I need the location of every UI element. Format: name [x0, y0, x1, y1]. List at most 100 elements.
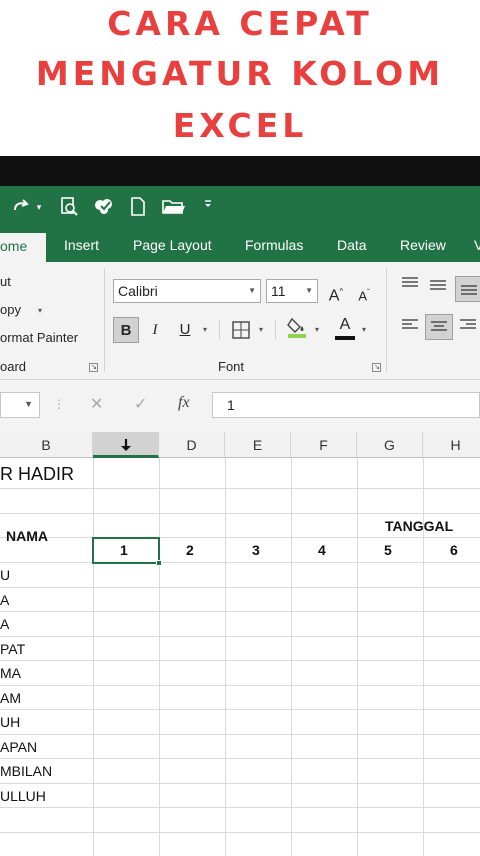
column-header-f[interactable]: F [291, 432, 357, 458]
decrease-font-size-icon[interactable]: Aˇ [354, 280, 374, 306]
spell-check-icon[interactable] [92, 196, 116, 218]
font-size-dropdown-icon: ▼ [305, 286, 313, 295]
formula-bar: ▼ ⋮ ✕ ✓ fx 1 [0, 380, 480, 432]
day-cell[interactable]: 4 [318, 542, 326, 558]
column-select-arrow-icon [120, 439, 131, 451]
window-top-bar [0, 156, 480, 186]
tab-view-partial[interactable]: V [474, 230, 480, 262]
column-header-d[interactable]: D [159, 432, 225, 458]
gridline [0, 488, 480, 489]
gridline [0, 758, 480, 759]
worksheet: B D E F G H R HADIR NAMA TANGGAL 1 2 3 4… [0, 432, 480, 856]
day-cell[interactable]: 6 [450, 542, 458, 558]
format-painter-button[interactable]: ormat Painter [0, 330, 78, 345]
name-cell[interactable]: A [0, 592, 9, 608]
increase-font-size-icon[interactable]: A^ [326, 279, 346, 305]
confirm-entry-icon[interactable]: ✓ [134, 394, 147, 414]
align-left-icon[interactable] [398, 316, 422, 342]
copy-button[interactable]: opy [0, 302, 21, 317]
tab-page-layout[interactable]: Page Layout [133, 230, 212, 262]
name-box[interactable]: ▼ [0, 392, 40, 418]
font-name-select[interactable]: Calibri ▼ [113, 279, 261, 303]
tab-review[interactable]: Review [400, 230, 446, 262]
ribbon-separator [219, 320, 220, 340]
title-line-1: CARA CEPAT [107, 4, 373, 43]
formula-bar-grip-icon: ⋮ [53, 397, 65, 411]
fill-color-dropdown-icon[interactable]: ▾ [315, 325, 319, 334]
day-cell[interactable]: 3 [252, 542, 260, 558]
middle-align-icon[interactable] [426, 276, 450, 302]
active-cell-selection[interactable] [92, 537, 162, 566]
open-folder-icon[interactable] [160, 196, 188, 218]
new-file-icon[interactable] [128, 196, 148, 218]
gridline [0, 587, 480, 588]
column-header-b[interactable]: B [0, 432, 93, 458]
nama-header-cell[interactable]: NAMA [6, 528, 48, 544]
align-right-icon[interactable] [456, 316, 480, 342]
font-launcher-icon[interactable]: ↘ [372, 363, 381, 372]
copy-dropdown-icon[interactable]: ▾ [38, 306, 42, 315]
title-line-3: EXCEL [172, 106, 308, 145]
customize-qat-icon[interactable] [200, 196, 216, 218]
name-cell[interactable]: ULLUH [0, 788, 46, 804]
title-line-2: MENGATUR KOLOM [35, 54, 445, 93]
column-header-h[interactable]: H [423, 432, 480, 458]
video-title: CARA CEPAT MENGATUR KOLOM EXCEL [0, 0, 480, 156]
fill-color-icon[interactable] [284, 315, 310, 341]
formula-input[interactable]: 1 [212, 392, 480, 418]
tab-home[interactable]: ome [0, 233, 46, 262]
bottom-align-icon[interactable] [455, 276, 480, 302]
insert-function-icon[interactable]: fx [178, 394, 190, 412]
redo-icon[interactable] [10, 196, 32, 218]
gridline [0, 660, 480, 661]
name-cell[interactable]: U [0, 567, 10, 583]
tab-data[interactable]: Data [337, 230, 367, 262]
underline-button[interactable]: U [174, 317, 196, 343]
underline-dropdown-icon[interactable]: ▾ [203, 325, 207, 334]
redo-dropdown-icon[interactable]: ▾ [34, 196, 44, 218]
name-cell[interactable]: A [0, 616, 9, 632]
fill-handle[interactable] [156, 560, 162, 566]
day-cell[interactable]: 5 [384, 542, 392, 558]
name-cell[interactable]: AM [0, 690, 21, 706]
borders-icon[interactable] [229, 317, 253, 343]
name-cell[interactable]: PAT [0, 641, 25, 657]
sheet-title-cell[interactable]: R HADIR [0, 464, 74, 485]
gridline [159, 458, 160, 856]
clipboard-group-label: oard [0, 359, 27, 374]
ribbon-separator [104, 268, 105, 372]
day-cell[interactable]: 2 [186, 542, 194, 558]
print-preview-icon[interactable] [58, 196, 80, 218]
column-header-e[interactable]: E [225, 432, 291, 458]
cut-button[interactable]: ut [0, 274, 11, 289]
column-header-c[interactable] [93, 432, 159, 458]
font-name-dropdown-icon: ▼ [248, 286, 256, 295]
gridline [0, 709, 480, 710]
tanggal-header-cell[interactable]: TANGGAL [385, 518, 453, 534]
font-color-dropdown-icon[interactable]: ▾ [362, 325, 366, 334]
borders-dropdown-icon[interactable]: ▾ [259, 325, 263, 334]
clipboard-launcher-icon[interactable]: ↘ [89, 363, 98, 372]
gridline [0, 685, 480, 686]
name-cell[interactable]: MA [0, 665, 21, 681]
top-align-icon[interactable] [398, 274, 422, 300]
ribbon-home: ut opy ▾ ormat Painter oard ↘ Calibri ▼ … [0, 262, 480, 380]
name-cell[interactable]: UH [0, 714, 20, 730]
name-box-dropdown-icon: ▼ [24, 399, 33, 409]
gridline [225, 458, 226, 856]
column-header-g[interactable]: G [357, 432, 423, 458]
gridline [0, 832, 480, 833]
ribbon-tabs: ome Insert Page Layout Formulas Data Rev… [0, 230, 480, 262]
font-color-icon[interactable]: A [334, 314, 356, 340]
name-cell[interactable]: APAN [0, 739, 37, 755]
font-size-select[interactable]: 11 ▼ [266, 279, 318, 303]
tab-insert[interactable]: Insert [64, 230, 99, 262]
cancel-entry-icon[interactable]: ✕ [90, 394, 103, 414]
tab-formulas[interactable]: Formulas [245, 230, 303, 262]
align-center-icon[interactable] [425, 314, 453, 340]
italic-button[interactable]: I [144, 317, 166, 343]
gridline [0, 611, 480, 612]
font-name-value: Calibri [118, 283, 158, 299]
name-cell[interactable]: MBILAN [0, 763, 52, 779]
bold-button[interactable]: B [113, 317, 139, 343]
